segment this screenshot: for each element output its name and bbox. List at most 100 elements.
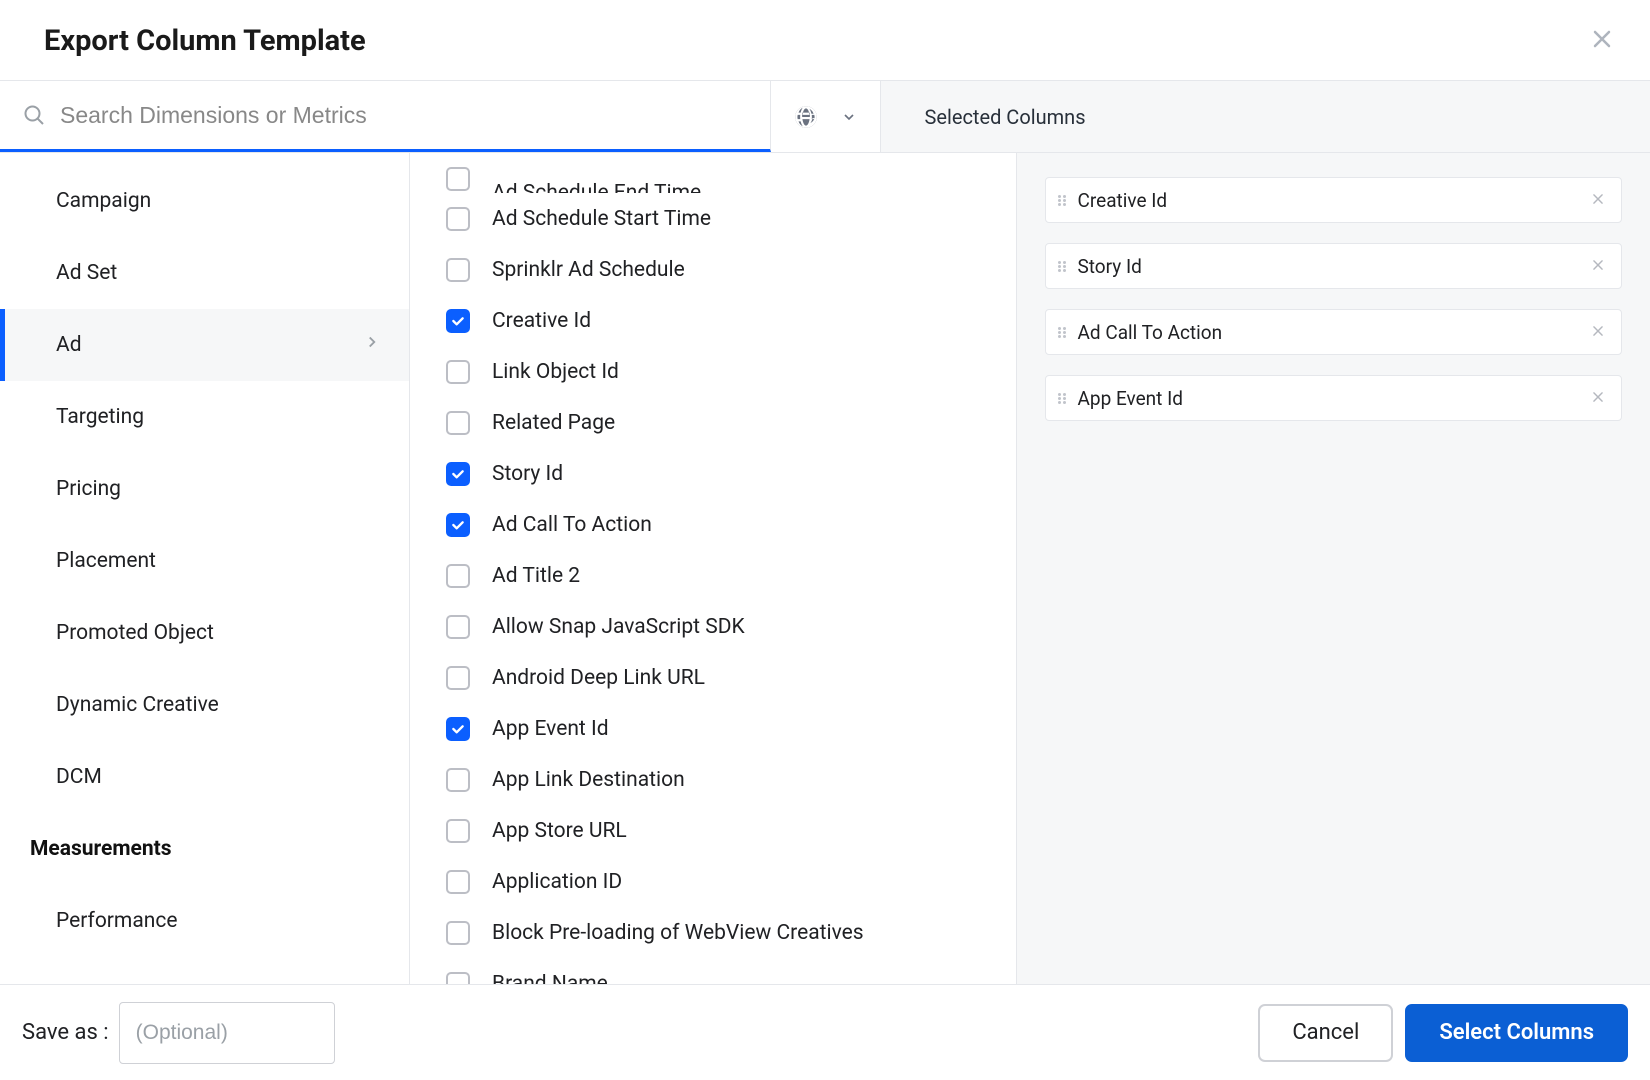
save-as-input[interactable] bbox=[119, 1002, 335, 1064]
selected-column-item[interactable]: Story Id bbox=[1045, 243, 1623, 289]
checkbox[interactable] bbox=[446, 717, 470, 741]
sidebar-item-campaign[interactable]: Campaign bbox=[0, 165, 409, 237]
option-row[interactable]: Ad Schedule Start Time bbox=[410, 193, 988, 244]
option-label: App Store URL bbox=[492, 819, 627, 843]
sidebar-item-label: Placement bbox=[56, 549, 156, 573]
close-icon bbox=[1590, 27, 1614, 51]
checkbox[interactable] bbox=[446, 666, 470, 690]
option-label: Related Page bbox=[492, 411, 615, 435]
search-input[interactable] bbox=[60, 102, 748, 129]
checkbox[interactable] bbox=[446, 411, 470, 435]
option-row[interactable]: Ad Title 2 bbox=[410, 550, 988, 601]
sidebar-item-ad[interactable]: Ad bbox=[0, 309, 409, 381]
option-label: Story Id bbox=[492, 462, 563, 486]
sidebar-item-targeting[interactable]: Targeting bbox=[0, 381, 409, 453]
option-label: Ad Schedule End Time bbox=[492, 181, 701, 193]
selected-column-label: App Event Id bbox=[1078, 387, 1576, 410]
option-label: Android Deep Link URL bbox=[492, 666, 705, 690]
checkbox[interactable] bbox=[446, 462, 470, 486]
option-row[interactable]: Sprinklr Ad Schedule bbox=[410, 244, 988, 295]
drag-handle-icon[interactable] bbox=[1058, 327, 1066, 338]
options-list: Ad Schedule End Time Ad Schedule Start Ti… bbox=[410, 153, 1017, 984]
selected-columns-pane: Creative Id Story Id Ad Call To Action App … bbox=[1017, 153, 1650, 984]
option-row[interactable]: App Link Destination bbox=[410, 754, 988, 805]
sidebar-item-label: Campaign bbox=[56, 189, 151, 213]
selected-columns-header: Selected Columns bbox=[881, 81, 1650, 152]
sidebar-item-dcm[interactable]: DCM bbox=[0, 741, 409, 813]
selected-column-label: Ad Call To Action bbox=[1078, 321, 1576, 344]
checkbox[interactable] bbox=[446, 768, 470, 792]
option-label: Sprinklr Ad Schedule bbox=[492, 258, 685, 282]
sidebar-section-measurements: Measurements bbox=[0, 813, 409, 885]
remove-column-button[interactable] bbox=[1587, 385, 1609, 412]
option-label: App Link Destination bbox=[492, 768, 685, 792]
drag-handle-icon[interactable] bbox=[1058, 393, 1066, 404]
sidebar-item-promoted-object[interactable]: Promoted Object bbox=[0, 597, 409, 669]
sidebar-item-label: Dynamic Creative bbox=[56, 693, 219, 717]
sidebar-item-placement[interactable]: Placement bbox=[0, 525, 409, 597]
chevron-down-icon bbox=[841, 109, 857, 125]
option-row[interactable]: Related Page bbox=[410, 397, 988, 448]
checkbox[interactable] bbox=[446, 615, 470, 639]
option-row[interactable]: App Event Id bbox=[410, 703, 988, 754]
save-as-label: Save as : bbox=[22, 1020, 109, 1045]
sidebar-item-ad-set[interactable]: Ad Set bbox=[0, 237, 409, 309]
sidebar-item-label: DCM bbox=[56, 765, 102, 789]
dialog-title: Export Column Template bbox=[44, 24, 366, 58]
checkbox[interactable] bbox=[446, 921, 470, 945]
category-sidebar: Campaign Ad Set Ad Targeting Pricing Placemen… bbox=[0, 153, 410, 984]
remove-column-button[interactable] bbox=[1587, 187, 1609, 214]
option-label: Application ID bbox=[492, 870, 622, 894]
language-dropdown[interactable] bbox=[771, 81, 881, 152]
drag-handle-icon[interactable] bbox=[1058, 195, 1066, 206]
option-label: Ad Call To Action bbox=[492, 513, 652, 537]
checkbox[interactable] bbox=[446, 819, 470, 843]
search-icon bbox=[22, 103, 46, 127]
sidebar-item-dynamic-creative[interactable]: Dynamic Creative bbox=[0, 669, 409, 741]
globe-icon bbox=[793, 104, 819, 130]
checkbox[interactable] bbox=[446, 564, 470, 588]
option-row[interactable]: Allow Snap JavaScript SDK bbox=[410, 601, 988, 652]
option-label: App Event Id bbox=[492, 717, 609, 741]
sidebar-item-label: Ad bbox=[56, 333, 82, 357]
checkbox[interactable] bbox=[446, 972, 470, 985]
option-label: Link Object Id bbox=[492, 360, 619, 384]
checkbox[interactable] bbox=[446, 360, 470, 384]
selected-column-item[interactable]: Ad Call To Action bbox=[1045, 309, 1623, 355]
sidebar-item-pricing[interactable]: Pricing bbox=[0, 453, 409, 525]
cancel-button[interactable]: Cancel bbox=[1258, 1004, 1393, 1062]
option-label: Creative Id bbox=[492, 309, 591, 333]
option-label: Ad Schedule Start Time bbox=[492, 207, 711, 231]
selected-column-label: Story Id bbox=[1078, 255, 1576, 278]
option-label: Allow Snap JavaScript SDK bbox=[492, 615, 745, 639]
selected-column-item[interactable]: Creative Id bbox=[1045, 177, 1623, 223]
option-label: Block Pre-loading of WebView Creatives bbox=[492, 921, 864, 945]
remove-column-button[interactable] bbox=[1587, 253, 1609, 280]
option-row[interactable]: Brand Name bbox=[410, 958, 988, 984]
checkbox[interactable] bbox=[446, 513, 470, 537]
close-button[interactable] bbox=[1590, 27, 1614, 56]
option-row[interactable]: App Store URL bbox=[410, 805, 988, 856]
sidebar-item-label: Ad Set bbox=[56, 261, 117, 285]
checkbox[interactable] bbox=[446, 309, 470, 333]
checkbox[interactable] bbox=[446, 207, 470, 231]
checkbox[interactable] bbox=[446, 870, 470, 894]
option-row[interactable]: Block Pre-loading of WebView Creatives bbox=[410, 907, 988, 958]
option-row[interactable]: Android Deep Link URL bbox=[410, 652, 988, 703]
sidebar-item-label: Targeting bbox=[56, 405, 144, 429]
sidebar-item-performance[interactable]: Performance bbox=[0, 885, 409, 957]
drag-handle-icon[interactable] bbox=[1058, 261, 1066, 272]
selected-column-label: Creative Id bbox=[1078, 189, 1576, 212]
selected-column-item[interactable]: App Event Id bbox=[1045, 375, 1623, 421]
option-row[interactable]: Story Id bbox=[410, 448, 988, 499]
option-label: Brand Name bbox=[492, 972, 608, 985]
checkbox[interactable] bbox=[446, 258, 470, 282]
option-row[interactable]: Creative Id bbox=[410, 295, 988, 346]
remove-column-button[interactable] bbox=[1587, 319, 1609, 346]
option-row[interactable]: Link Object Id bbox=[410, 346, 988, 397]
select-columns-button[interactable]: Select Columns bbox=[1405, 1004, 1628, 1062]
option-row[interactable]: Application ID bbox=[410, 856, 988, 907]
option-row[interactable]: Ad Schedule End Time bbox=[410, 165, 988, 193]
option-row[interactable]: Ad Call To Action bbox=[410, 499, 988, 550]
checkbox[interactable] bbox=[446, 167, 470, 191]
